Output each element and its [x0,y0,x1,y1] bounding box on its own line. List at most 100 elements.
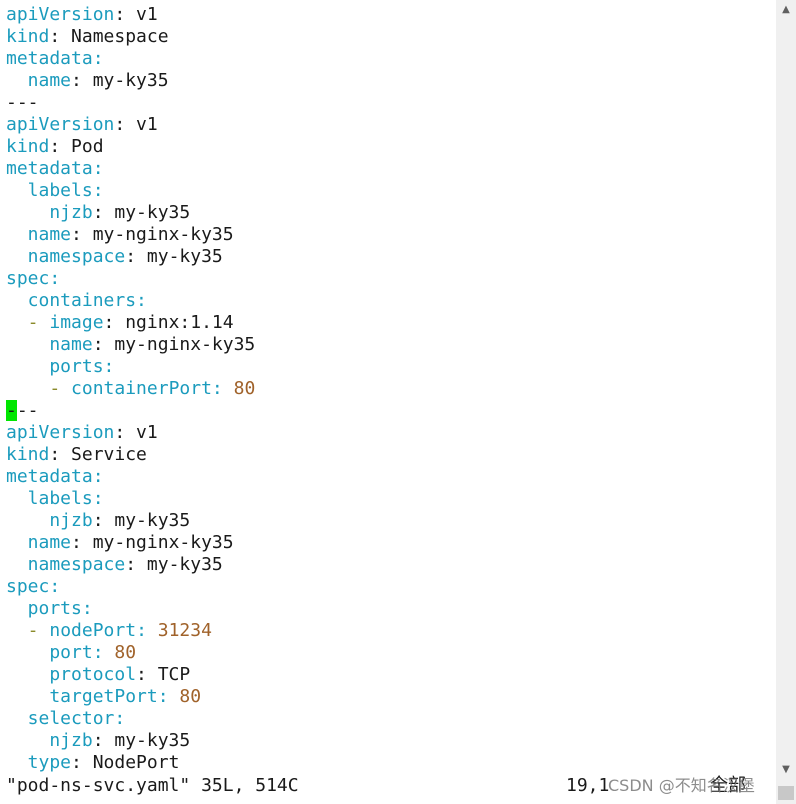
code-token: ports [6,598,82,619]
code-line: metadata: [6,466,776,488]
code-token: njzb [6,730,93,751]
code-token: : [92,488,104,509]
code-token: labels [6,180,93,201]
code-token: apiVersion [6,4,115,25]
code-token: image [49,312,104,333]
code-line: name: my-nginx-ky35 [6,224,776,246]
code-token: : [92,158,104,179]
code-token: : my-nginx-ky35 [71,532,234,553]
code-token: : my-ky35 [71,70,169,91]
code-token: 80 [114,642,137,663]
vim-editor-buffer[interactable]: apiVersion: v1 kind: Namespace metadata: n… [6,4,776,774]
code-token: containerPort [71,378,212,399]
file-info: "pod-ns-svc.yaml" 35L, 514C [6,775,299,796]
code-line: - containerPort: 80 [6,378,776,400]
code-token: name [6,334,93,355]
code-token: : my-ky35 [92,510,191,531]
code-token: metadata [6,466,93,487]
code-token: : my-ky35 [125,246,223,267]
code-line: - image: nginx:1.14 [6,312,776,334]
code-token: : [157,686,180,707]
code-line: containers: [6,290,776,312]
code-token: metadata [6,158,93,179]
code-token: apiVersion [6,422,115,443]
code-line: type: NodePort [6,752,776,774]
code-token: : Service [49,444,147,465]
code-token: - [6,378,72,399]
code-token: --- [6,92,39,113]
code-token: : NodePort [71,752,180,773]
code-token: protocol [6,664,137,685]
code-token: -- [16,400,39,421]
code-token: name [6,70,72,91]
code-token: : [49,576,61,597]
code-token: : [136,290,147,311]
code-token: ports [6,356,104,377]
code-token: - [6,620,50,641]
code-line: apiVersion: v1 [6,422,776,444]
code-token: 80 [233,378,256,399]
code-token: : v1 [114,4,158,25]
code-token: : my-ky35 [92,730,191,751]
code-line: spec: [6,268,776,290]
code-token: namespace [6,554,126,575]
code-token: njzb [6,202,93,223]
code-token: apiVersion [6,114,115,135]
code-token: : [49,268,61,289]
code-line: namespace: my-ky35 [6,554,776,576]
code-line: njzb: my-ky35 [6,202,776,224]
code-line: targetPort: 80 [6,686,776,708]
code-token: : nginx:1.14 [103,312,234,333]
code-token: : Pod [49,136,104,157]
code-token: labels [6,488,93,509]
code-token: : [92,642,115,663]
code-token: nodePort [49,620,137,641]
code-token: name [6,224,72,245]
code-line: labels: [6,488,776,510]
code-line: ports: [6,356,776,378]
code-token: kind [6,136,50,157]
vertical-scrollbar[interactable]: ▲ ▼ [776,0,796,804]
code-token: spec [6,576,50,597]
code-line: namespace: my-ky35 [6,246,776,268]
code-token: : my-ky35 [92,202,191,223]
code-token: : Namespace [49,26,169,47]
code-token: : my-nginx-ky35 [71,224,234,245]
code-line: njzb: my-ky35 [6,510,776,532]
code-token: : [103,356,115,377]
code-line: - nodePort: 31234 [6,620,776,642]
code-line: labels: [6,180,776,202]
code-token: : [211,378,234,399]
code-line: protocol: TCP [6,664,776,686]
code-line: name: my-ky35 [6,70,776,92]
cursor-position: 19,1 [566,775,610,796]
code-token: port [6,642,93,663]
code-line: kind: Namespace [6,26,776,48]
code-line: name: my-nginx-ky35 [6,532,776,554]
code-token: : [92,466,104,487]
code-token: : [92,48,104,69]
code-token: kind [6,444,50,465]
code-line: --- [6,92,776,114]
csdn-watermark: CSDN @不知名汉堡 [608,776,755,795]
code-line: kind: Service [6,444,776,466]
code-line: metadata: [6,48,776,70]
code-token: : v1 [114,422,158,443]
code-token: : v1 [114,114,158,135]
code-line: ports: [6,598,776,620]
scroll-down-arrow-icon[interactable]: ▼ [780,764,792,776]
code-token: spec [6,268,50,289]
code-line: selector: [6,708,776,730]
code-token: targetPort [6,686,158,707]
code-line: name: my-nginx-ky35 [6,334,776,356]
scroll-up-arrow-icon[interactable]: ▲ [780,4,792,16]
code-token: : [136,620,158,641]
scroll-thumb[interactable] [778,786,794,800]
terminal-window: apiVersion: v1 kind: Namespace metadata: n… [0,0,796,804]
code-token: 31234 [157,620,212,641]
code-token: containers [6,290,137,311]
code-token: : [92,180,104,201]
code-token: metadata [6,48,93,69]
code-token: : TCP [136,664,191,685]
code-line: apiVersion: v1 [6,4,776,26]
